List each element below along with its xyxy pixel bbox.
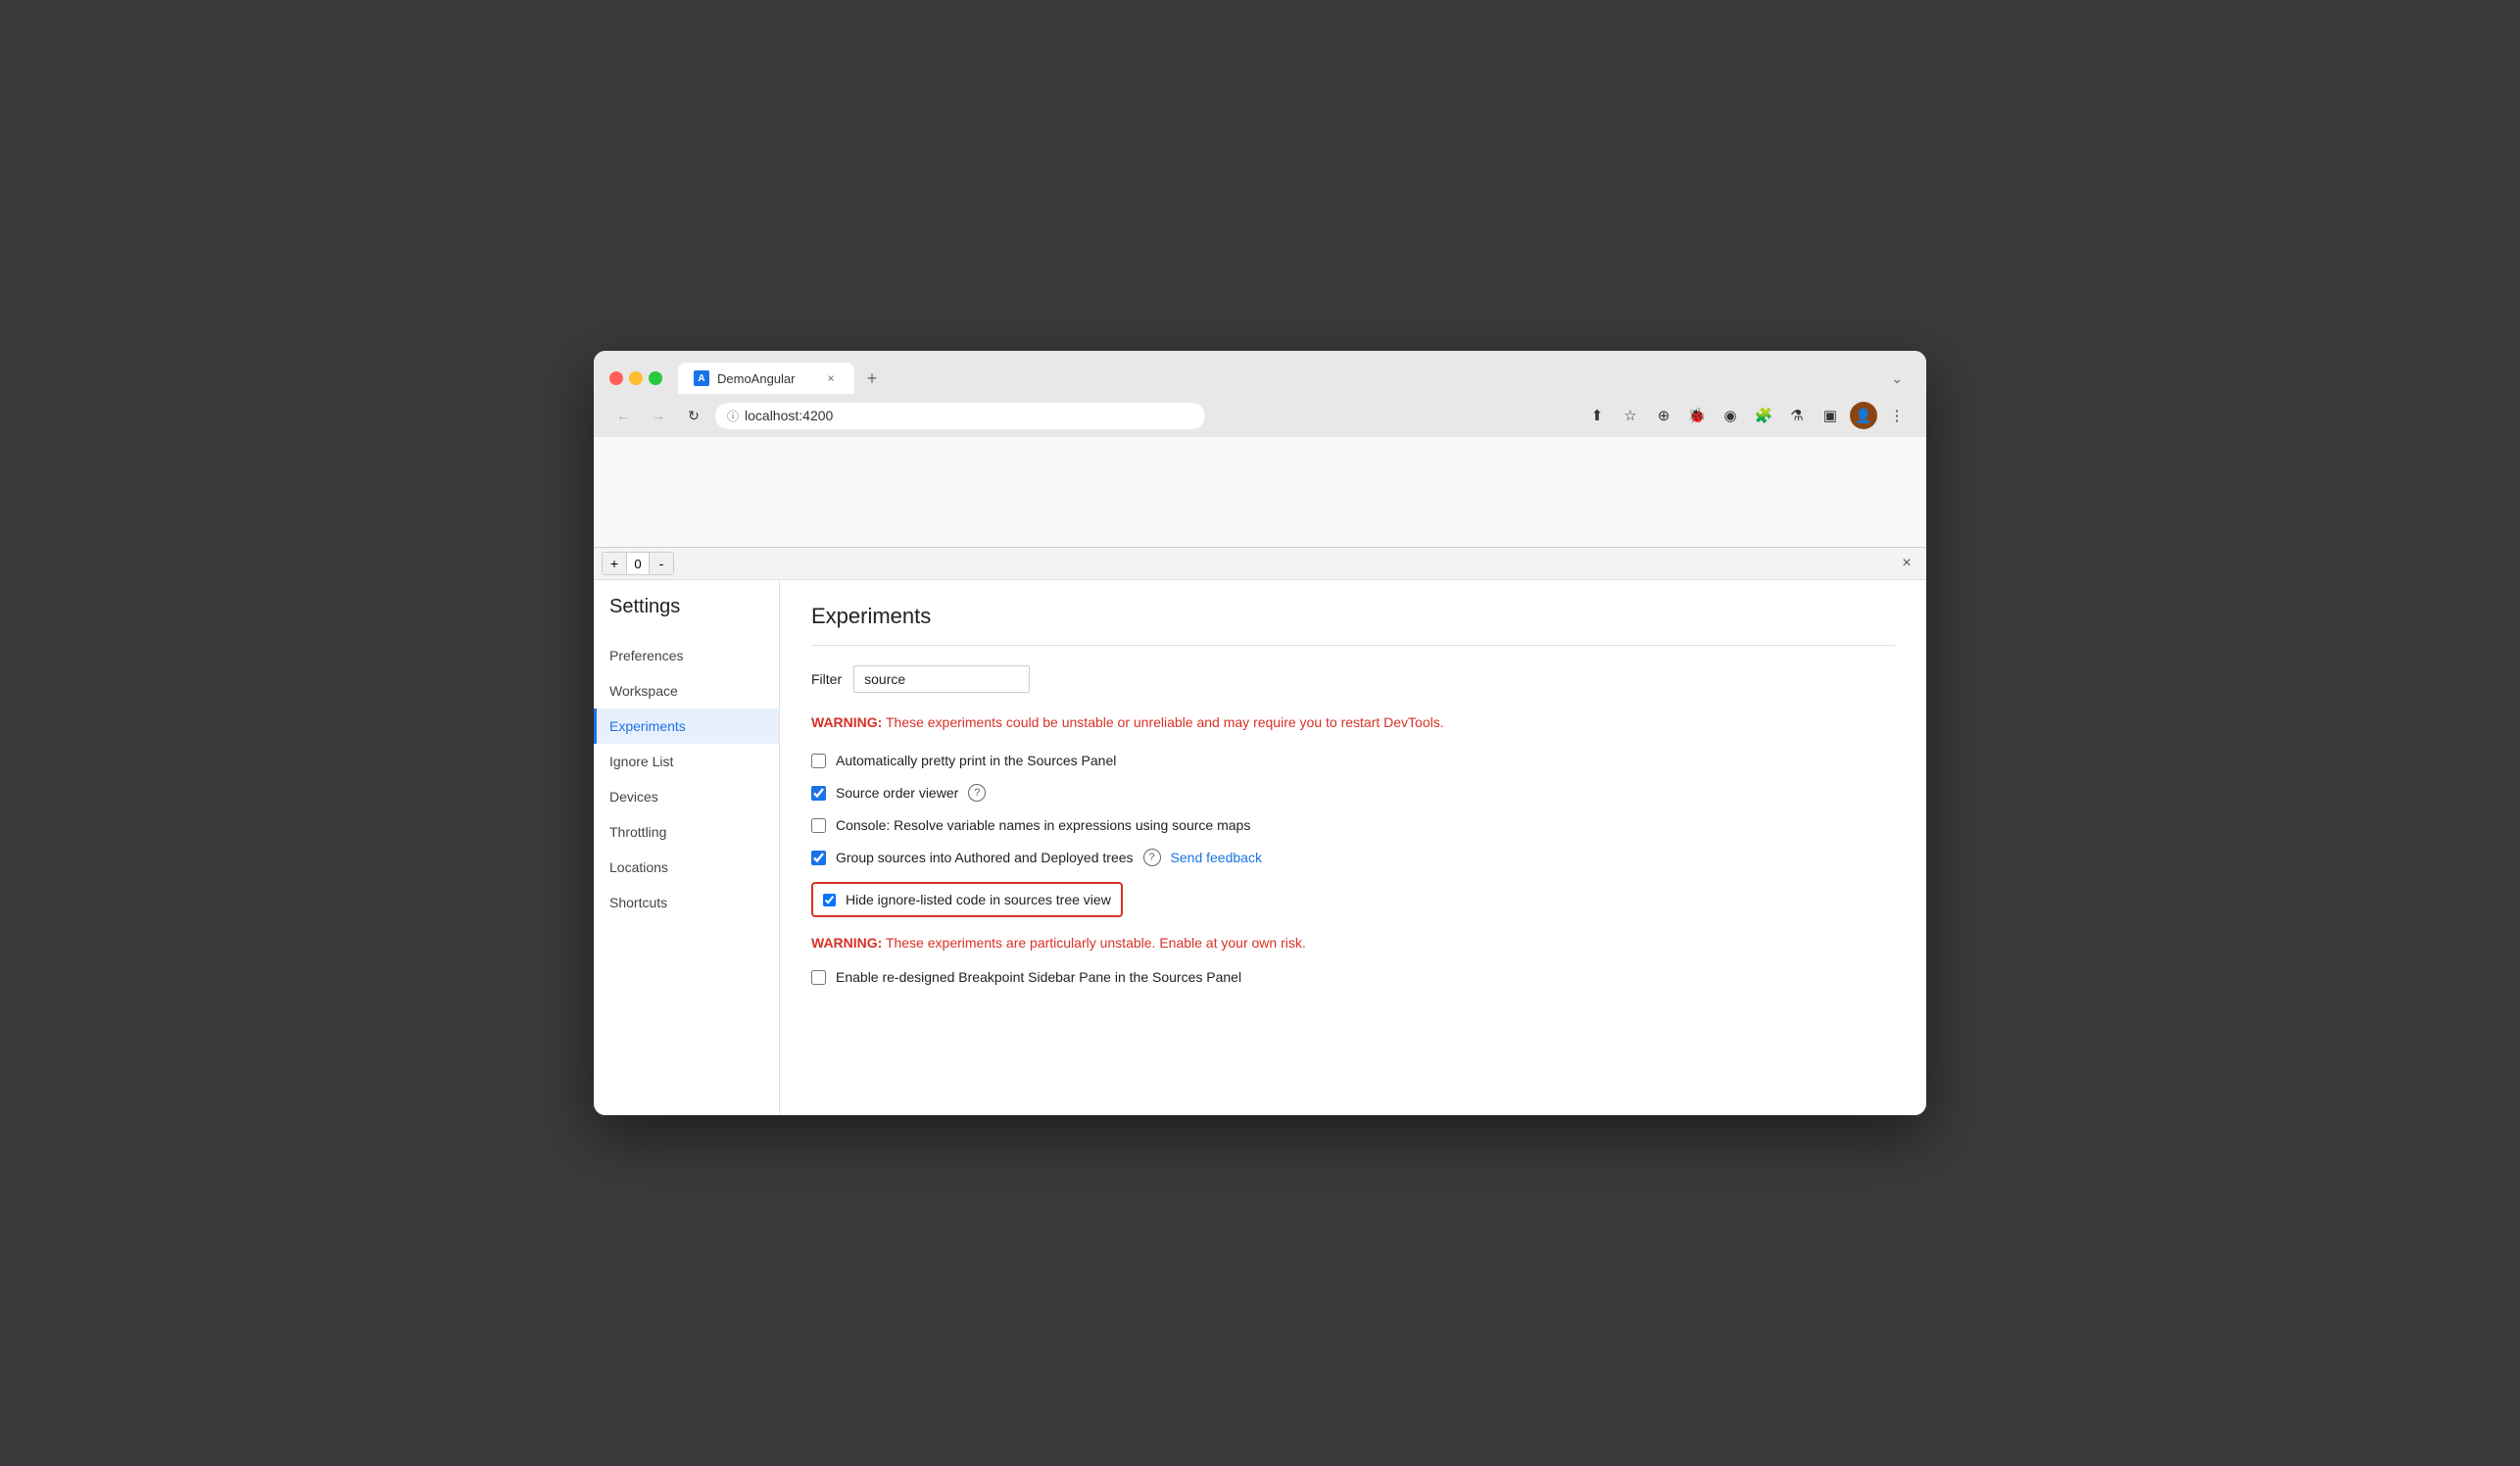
new-tab-button[interactable]: + [858, 365, 886, 392]
opt4-help-icon[interactable]: ? [1143, 849, 1161, 866]
sidebar-item-locations[interactable]: Locations [594, 850, 779, 885]
sidebar-item-shortcuts[interactable]: Shortcuts [594, 885, 779, 920]
opt2-label: Source order viewer [836, 785, 958, 801]
sidebar-item-workspace[interactable]: Workspace [594, 673, 779, 709]
browser-page [594, 437, 1926, 547]
sidebar-item-preferences[interactable]: Preferences [594, 638, 779, 673]
counter-plus-button[interactable]: + [603, 553, 626, 574]
warning-body-1: These experiments could be unstable or u… [882, 714, 1443, 730]
opt5-checkbox[interactable] [823, 894, 836, 906]
devtools-top-bar: + 0 - × [594, 548, 1926, 580]
opt6-label: Enable re-designed Breakpoint Sidebar Pa… [836, 969, 1241, 985]
option-row-6: Enable re-designed Breakpoint Sidebar Pa… [811, 969, 1895, 985]
counter-minus-button[interactable]: - [650, 553, 673, 574]
warning-label-2: WARNING: [811, 935, 882, 951]
option-row-3: Console: Resolve variable names in expre… [811, 817, 1895, 833]
reload-button[interactable]: ↻ [680, 402, 707, 429]
warning-label-1: WARNING: [811, 714, 882, 730]
sidebar-icon[interactable]: ▣ [1817, 402, 1844, 429]
chevron-down-icon[interactable]: ⌄ [1891, 370, 1911, 387]
settings-content: Experiments Filter WARNING: These experi… [780, 580, 1926, 1115]
opt3-label: Console: Resolve variable names in expre… [836, 817, 1250, 833]
counter-value: 0 [626, 553, 650, 574]
flask-icon[interactable]: ⚗ [1783, 402, 1811, 429]
option-row-4: Group sources into Authored and Deployed… [811, 849, 1895, 866]
filter-input[interactable] [853, 665, 1030, 693]
traffic-lights [609, 371, 662, 385]
address-text: localhost:4200 [745, 408, 833, 423]
sidebar-item-ignore-list[interactable]: Ignore List [594, 744, 779, 779]
title-bar: A DemoAngular × + ⌄ [594, 351, 1926, 394]
secure-icon: ⓘ [727, 408, 739, 424]
page-title: Experiments [811, 604, 1895, 629]
browser-chrome: A DemoAngular × + ⌄ ← → ↻ ⓘ localhost:42… [594, 351, 1926, 437]
extension-icon[interactable]: 🐞 [1683, 402, 1711, 429]
close-devtools-button[interactable]: × [1895, 552, 1918, 575]
option-row-2: Source order viewer ? [811, 784, 1895, 802]
warning-body-2: These experiments are particularly unsta… [882, 935, 1305, 951]
warning-text-1: WARNING: These experiments could be unst… [811, 712, 1895, 733]
opt1-checkbox[interactable] [811, 754, 826, 768]
back-button[interactable]: ← [609, 402, 637, 429]
opt2-checkbox[interactable] [811, 786, 826, 801]
opt4-checkbox[interactable] [811, 851, 826, 865]
forward-button[interactable]: → [645, 402, 672, 429]
profile-button[interactable]: 👤 [1850, 402, 1877, 429]
title-divider [811, 645, 1895, 646]
tab-close-button[interactable]: × [823, 370, 839, 386]
opt5-label: Hide ignore-listed code in sources tree … [846, 892, 1111, 907]
tab-bar: A DemoAngular × + [678, 363, 886, 394]
active-tab[interactable]: A DemoAngular × [678, 363, 854, 394]
tab-favicon: A [694, 370, 709, 386]
opt1-label: Automatically pretty print in the Source… [836, 753, 1116, 768]
share-icon[interactable]: ⬆ [1583, 402, 1611, 429]
option-row-1: Automatically pretty print in the Source… [811, 753, 1895, 768]
sidebar-item-throttling[interactable]: Throttling [594, 814, 779, 850]
opt6-checkbox[interactable] [811, 970, 826, 985]
maximize-traffic-light[interactable] [649, 371, 662, 385]
minimize-traffic-light[interactable] [629, 371, 643, 385]
browser-window: A DemoAngular × + ⌄ ← → ↻ ⓘ localhost:42… [594, 351, 1926, 1115]
warning-text-2: WARNING: These experiments are particula… [811, 933, 1895, 953]
translate-icon[interactable]: ⊕ [1650, 402, 1677, 429]
option-row-5-highlighted: Hide ignore-listed code in sources tree … [811, 882, 1123, 917]
send-feedback-link[interactable]: Send feedback [1171, 850, 1262, 865]
sidebar-item-devices[interactable]: Devices [594, 779, 779, 814]
filter-row: Filter [811, 665, 1895, 693]
opt4-label: Group sources into Authored and Deployed… [836, 850, 1134, 865]
devtools-icon[interactable]: ◉ [1717, 402, 1744, 429]
counter-widget: + 0 - [602, 552, 674, 575]
puzzle-icon[interactable]: 🧩 [1750, 402, 1777, 429]
opt3-checkbox[interactable] [811, 818, 826, 833]
menu-icon[interactable]: ⋮ [1883, 402, 1911, 429]
settings-panel: Settings Preferences Workspace Experimen… [594, 580, 1926, 1115]
bookmark-icon[interactable]: ☆ [1617, 402, 1644, 429]
address-bar[interactable]: ⓘ localhost:4200 [715, 403, 1205, 429]
settings-title: Settings [594, 596, 779, 638]
browser-toolbar: ← → ↻ ⓘ localhost:4200 ⬆ ☆ ⊕ 🐞 ◉ 🧩 ⚗ ▣ 👤… [594, 394, 1926, 437]
content-area: + 0 - × Settings Preferences Workspace E… [594, 437, 1926, 1115]
toolbar-right: ⬆ ☆ ⊕ 🐞 ◉ 🧩 ⚗ ▣ 👤 ⋮ [1583, 402, 1911, 429]
filter-label: Filter [811, 671, 842, 687]
opt2-help-icon[interactable]: ? [968, 784, 986, 802]
devtools-panel: + 0 - × Settings Preferences Workspace E… [594, 547, 1926, 1115]
sidebar-item-experiments[interactable]: Experiments [594, 709, 779, 744]
tab-title: DemoAngular [717, 371, 815, 386]
settings-sidebar: Settings Preferences Workspace Experimen… [594, 580, 780, 1115]
close-traffic-light[interactable] [609, 371, 623, 385]
